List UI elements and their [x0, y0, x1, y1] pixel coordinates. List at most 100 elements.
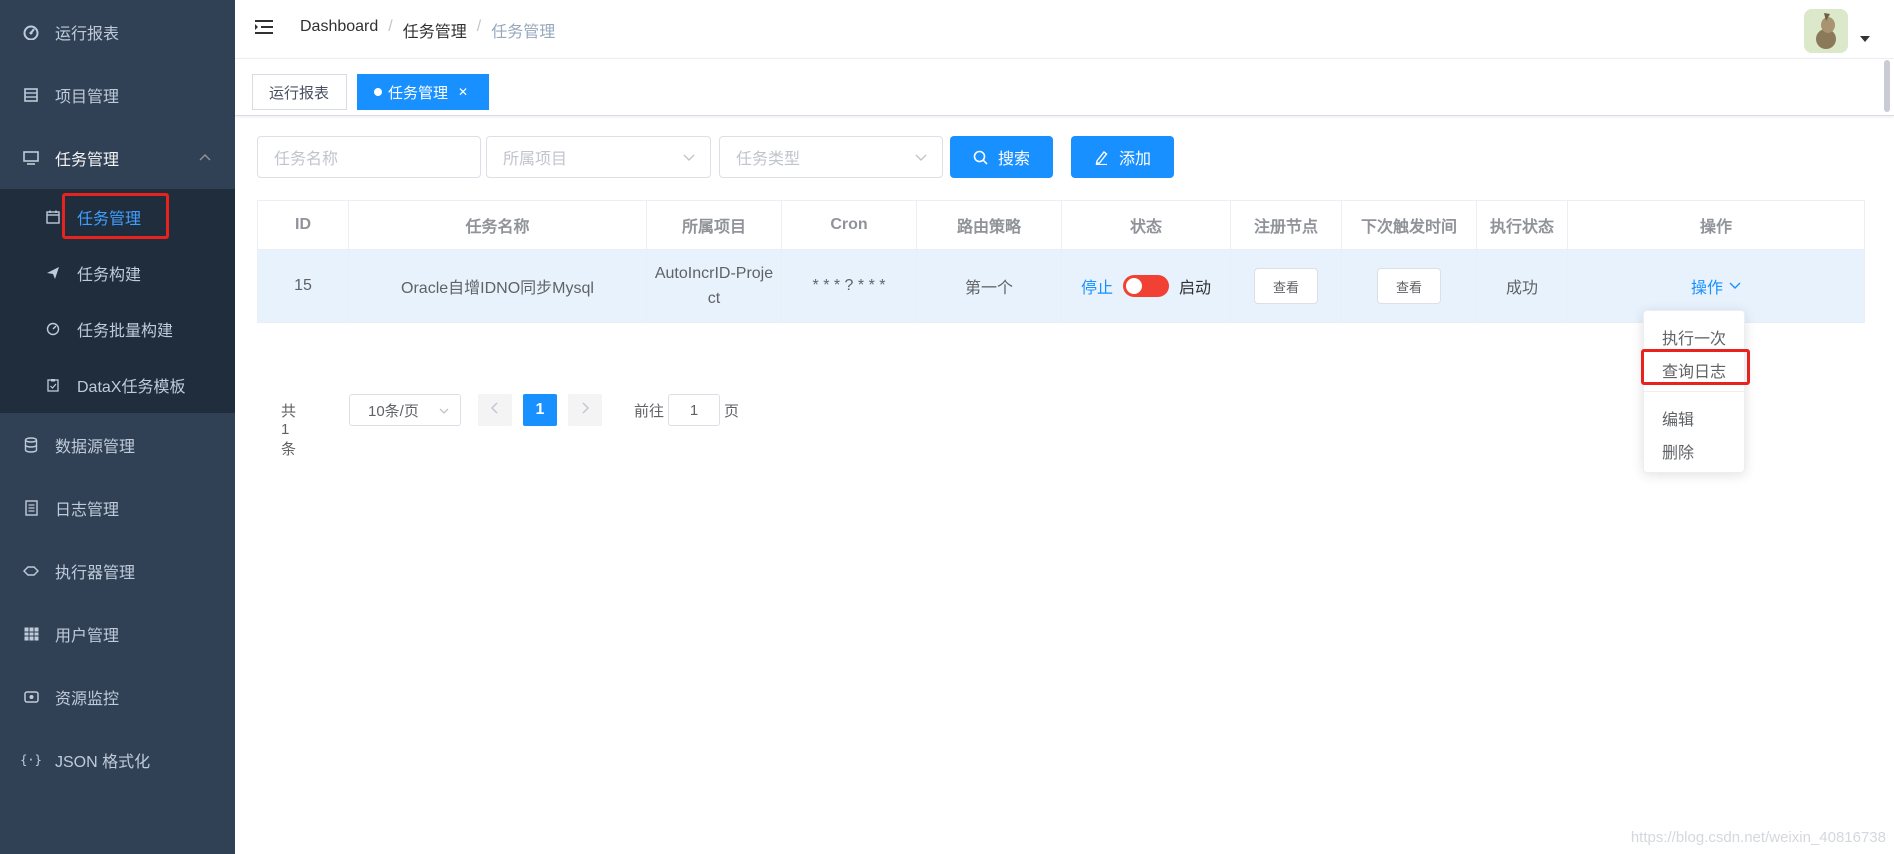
search-icon [973, 150, 988, 165]
dashboard-icon [22, 23, 40, 41]
breadcrumb-separator: / [476, 18, 482, 35]
monitor-icon [22, 149, 40, 167]
hamburger-icon[interactable] [253, 18, 275, 38]
column-header[interactable]: 路由策略 [917, 201, 1062, 249]
chevron-down-icon [1729, 277, 1741, 295]
gauge-icon [45, 321, 61, 337]
add-button-label: 添加 [1118, 151, 1151, 168]
menu-item-query-log[interactable]: 查询日志 [1662, 358, 1726, 382]
watermark: https://blog.csdn.net/weixin_40816738 [1630, 829, 1886, 846]
column-header[interactable]: 下次触发时间 [1342, 201, 1477, 249]
prev-page-button[interactable] [478, 394, 512, 426]
sidebar-item-task[interactable]: 任务管理 [0, 126, 235, 189]
tag-task-manage[interactable]: 任务管理 ✕ [357, 74, 489, 110]
goto-page-input[interactable]: 1 [668, 394, 720, 426]
menu-item-edit[interactable]: 编辑 [1662, 406, 1694, 430]
breadcrumb-separator: / [388, 18, 393, 35]
chevron-down-icon [914, 150, 928, 169]
cell-task-name: Oracle自增IDNO同步Mysql [349, 250, 647, 322]
sidebar-item-label: 资源监控 [55, 690, 120, 708]
sidebar-item-label: 执行器管理 [55, 564, 136, 582]
status-on-label[interactable]: 启动 [1179, 274, 1211, 298]
sidebar-subitem-label: 任务管理 [77, 211, 142, 228]
column-header[interactable]: 任务名称 [349, 201, 647, 249]
project-placeholder: 所属项目 [503, 151, 568, 168]
active-dot-icon [374, 88, 382, 96]
sidebar-subitem-batch-build[interactable]: 任务批量构建 [0, 301, 235, 357]
edit-icon [1094, 150, 1109, 165]
menu-item-run-once[interactable]: 执行一次 [1662, 325, 1726, 349]
scrollbar[interactable] [1884, 60, 1890, 112]
sidebar-subitem-label: 任务构建 [77, 267, 142, 284]
chevron-up-icon [199, 148, 211, 164]
sidebar-item-label: 用户管理 [55, 627, 120, 645]
tag-label: 任务管理 [388, 84, 449, 102]
breadcrumb: Dashboard / 任务管理 / 任务管理 [300, 18, 555, 42]
breadcrumb-item[interactable]: 任务管理 [403, 18, 467, 42]
column-header[interactable]: 注册节点 [1231, 201, 1342, 249]
search-button[interactable]: 搜索 [950, 136, 1053, 178]
task-type-select[interactable]: 任务类型 [719, 136, 943, 178]
document-icon [22, 499, 40, 517]
chevron-down-icon [438, 404, 450, 421]
project-select[interactable]: 所属项目 [486, 136, 711, 178]
sidebar-item-report[interactable]: 运行报表 [0, 0, 235, 63]
sidebar-item-project[interactable]: 项目管理 [0, 63, 235, 126]
task-name-input[interactable]: 任务名称 [257, 136, 481, 178]
sidebar-subitem-label: 任务批量构建 [77, 323, 174, 340]
view-next-trigger-button[interactable]: 查看 [1377, 268, 1441, 304]
cell-next-trigger: 查看 [1342, 250, 1477, 322]
action-dropdown-trigger[interactable]: 操作 [1691, 274, 1741, 298]
close-icon[interactable]: ✕ [458, 85, 468, 99]
next-page-button[interactable] [568, 394, 602, 426]
sidebar-item-label: 任务管理 [55, 151, 120, 169]
task-table: ID 任务名称 所属项目 Cron 路由策略 状态 注册节点 下次触发时间 执行… [257, 200, 1865, 323]
column-header[interactable]: 操作 [1568, 201, 1864, 249]
paper-plane-icon [45, 265, 61, 281]
tags-view: 运行报表 任务管理 ✕ [235, 59, 1894, 116]
breadcrumb-item-current: 任务管理 [491, 24, 556, 41]
column-header[interactable]: 所属项目 [647, 201, 782, 249]
sidebar-item-resource[interactable]: 资源监控 [0, 665, 235, 728]
pagination-goto-label: 前往 [634, 403, 665, 420]
sidebar-subitem-label: DataX任务模板 [77, 379, 186, 396]
sidebar-item-label: 项目管理 [55, 88, 120, 106]
clipboard-icon [45, 377, 61, 393]
chevron-right-icon [581, 401, 589, 419]
sidebar-subitem-datax-template[interactable]: DataX任务模板 [0, 357, 235, 413]
sidebar-item-user[interactable]: 用户管理 [0, 602, 235, 665]
cell-registry: 查看 [1231, 250, 1342, 322]
add-button[interactable]: 添加 [1071, 136, 1174, 178]
sidebar-subitem-task-manage[interactable]: 任务管理 [0, 189, 235, 245]
column-header[interactable]: ID [258, 201, 349, 249]
status-toggle[interactable] [1123, 275, 1169, 297]
calendar-icon [45, 209, 61, 225]
dropdown-divider [1644, 391, 1744, 392]
action-label: 操作 [1690, 280, 1723, 297]
sidebar-item-log[interactable]: 日志管理 [0, 476, 235, 539]
table-row[interactable]: 15 Oracle自增IDNO同步Mysql AutoIncrID-Projec… [258, 250, 1864, 322]
executor-icon [22, 562, 40, 580]
column-header[interactable]: 状态 [1062, 201, 1231, 249]
column-header[interactable]: Cron [782, 201, 917, 249]
tag-report[interactable]: 运行报表 [252, 74, 347, 110]
column-header[interactable]: 执行状态 [1477, 201, 1568, 249]
cell-route: 第一个 [917, 250, 1062, 322]
breadcrumb-item[interactable]: Dashboard [300, 18, 378, 42]
view-registry-button[interactable]: 查看 [1254, 268, 1318, 304]
menu-item-delete[interactable]: 删除 [1662, 439, 1694, 463]
sidebar-item-datasource[interactable]: 数据源管理 [0, 413, 235, 476]
sidebar-subitem-task-build[interactable]: 任务构建 [0, 245, 235, 301]
sidebar-item-json[interactable]: {·} JSON 格式化 [0, 728, 235, 791]
page-number-button[interactable]: 1 [523, 394, 557, 426]
chevron-down-icon [682, 150, 696, 169]
cell-cron: * * * ? * * * [782, 250, 917, 322]
avatar[interactable] [1804, 9, 1848, 53]
sidebar-item-executor[interactable]: 执行器管理 [0, 539, 235, 602]
status-off-label[interactable]: 停止 [1081, 274, 1113, 298]
page-size-select[interactable]: 10条/页 [349, 394, 461, 426]
main-area: Dashboard / 任务管理 / 任务管理 运行报表 任务管理 ✕ 任务名称… [235, 0, 1894, 854]
caret-down-icon[interactable] [1860, 36, 1870, 42]
database-icon [22, 436, 40, 454]
tag-label: 运行报表 [269, 84, 330, 102]
